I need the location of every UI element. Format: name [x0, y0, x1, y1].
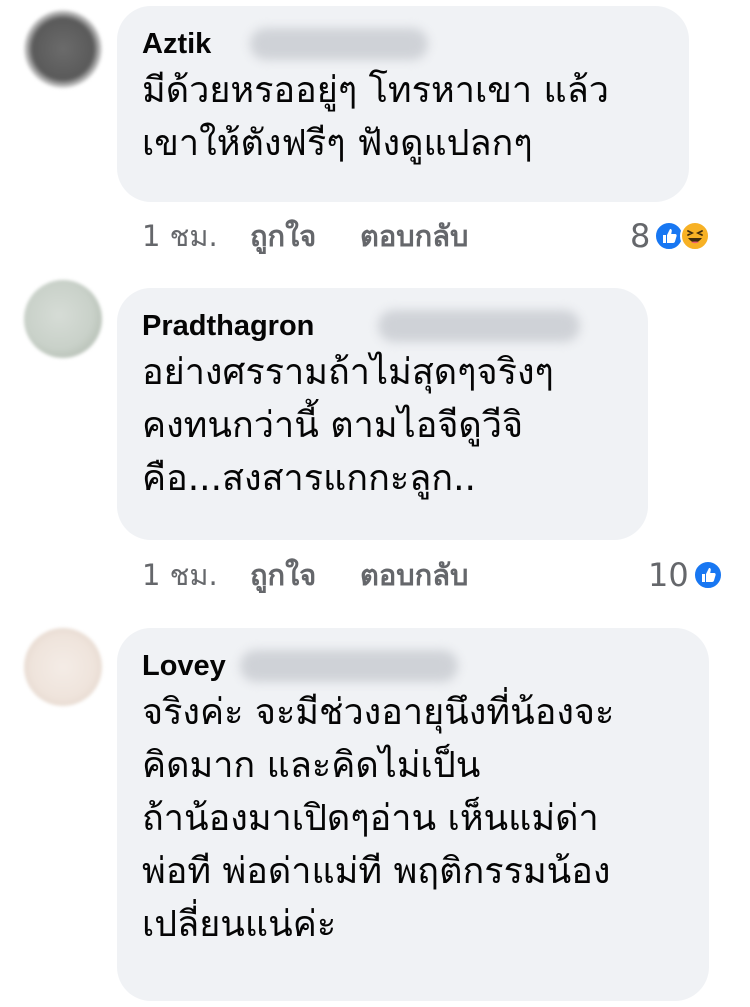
comment-author[interactable]: Pradthagron — [142, 310, 314, 342]
comment-timestamp[interactable]: 1 ชม. — [142, 552, 250, 598]
comment-author[interactable]: Aztik — [142, 28, 211, 60]
avatar[interactable] — [24, 628, 102, 706]
reply-button[interactable]: ตอบกลับ — [360, 552, 468, 598]
like-icon — [692, 560, 723, 590]
reaction-summary[interactable]: 8 — [630, 216, 711, 256]
avatar[interactable] — [24, 280, 102, 358]
comment-author[interactable]: Lovey — [142, 650, 226, 682]
comment-text-line: คิดมาก และคิดไม่เป็น — [142, 745, 481, 786]
reaction-count: 8 — [630, 217, 651, 255]
comment-text-line: คงทนกว่านี้ ตามไอจีดูวีจิ — [142, 405, 524, 446]
comment-text-line: อย่างศรรามถ้าไม่สุดๆจริงๆ — [142, 352, 554, 393]
comment-text-line: เปลี่ยนแน่ค่ะ — [142, 904, 337, 945]
reaction-summary[interactable]: 10 — [648, 555, 723, 595]
redacted-name — [240, 650, 458, 682]
comment-bubble: Pradthagron อย่างศรรามถ้าไม่สุดๆจริงๆ คง… — [117, 288, 648, 540]
reply-button[interactable]: ตอบกลับ — [360, 213, 468, 259]
like-button[interactable]: ถูกใจ — [250, 213, 360, 259]
comment-bubble: Aztik มีด้วยหรออยู่ๆ โทรหาเขา แล้ว เขาให… — [117, 6, 689, 202]
comment-text-line: มีด้วยหรออยู่ๆ โทรหาเขา แล้ว — [142, 70, 609, 111]
comment-text-line: ถ้าน้องมาเปิดๆอ่าน เห็นแม่ด่า — [142, 798, 599, 839]
haha-icon — [680, 221, 711, 251]
redacted-name — [250, 28, 428, 60]
reaction-count: 10 — [648, 556, 689, 594]
comment-text-line: คือ...สงสารแกกะลูก.. — [142, 458, 476, 499]
like-button[interactable]: ถูกใจ — [250, 552, 360, 598]
avatar[interactable] — [24, 10, 102, 88]
comment-text-line: พ่อที พ่อด่าแม่ที พฤติกรรมน้อง — [142, 851, 611, 892]
redacted-name — [378, 310, 580, 342]
comment-bubble: Lovey จริงค่ะ จะมีช่วงอายุนึงที่น้องจะ ค… — [117, 628, 709, 1001]
comment-text-line: จริงค่ะ จะมีช่วงอายุนึงที่น้องจะ — [142, 692, 615, 733]
comment-timestamp[interactable]: 1 ชม. — [142, 213, 250, 259]
comment-text-line: เขาให้ตังฟรีๆ ฟังดูแปลกๆ — [142, 123, 533, 164]
